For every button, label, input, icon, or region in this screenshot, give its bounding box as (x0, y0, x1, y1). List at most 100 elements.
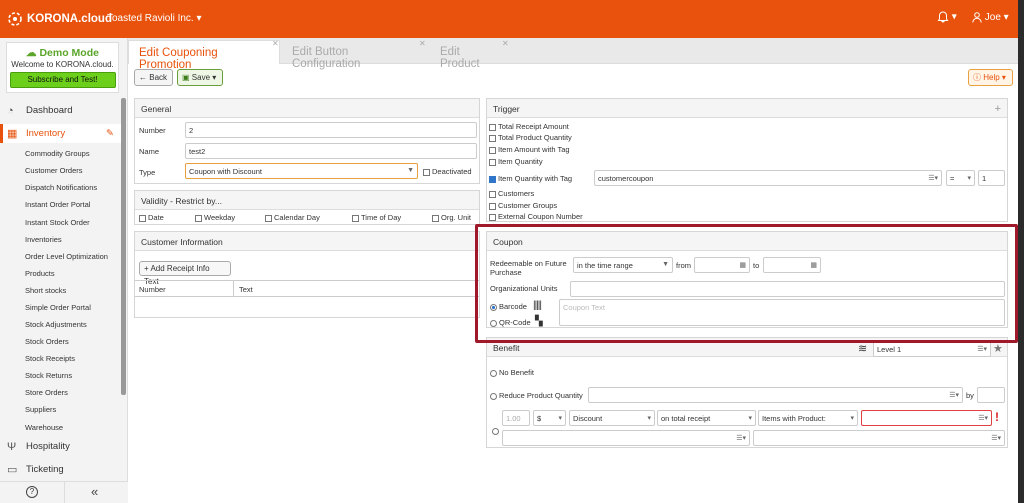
save-button[interactable]: ▣ Save ▾ (177, 69, 223, 86)
tag-select[interactable]: customercoupon ☰▾ (594, 170, 942, 186)
checkbox-box (489, 134, 496, 142)
sidebar-scrollbar[interactable] (121, 98, 126, 395)
brand-logo[interactable]: KORONA.cloud (7, 11, 112, 27)
product-select-secondary[interactable]: ☰▾ (502, 430, 750, 446)
sidebar-subitem[interactable]: Dispatch Notifications (25, 183, 97, 192)
product-select-tertiary[interactable]: ☰▾ (753, 430, 1005, 446)
sidebar-subitem[interactable]: Warehouse (25, 423, 63, 432)
layers-icon: ≋ (858, 343, 868, 355)
validity-org-unit-checkbox[interactable]: Org. Unit (432, 213, 471, 222)
no-benefit-radio[interactable]: No Benefit (490, 368, 534, 377)
checkbox-box (139, 214, 146, 222)
tab-edit-couponing-promotion[interactable]: Edit Couponing Promotion (128, 40, 280, 71)
trigger-option[interactable]: Total Receipt Amount (489, 122, 569, 131)
window-edge (1018, 0, 1024, 503)
notifications-button[interactable]: ▾ (937, 11, 957, 23)
number-label: Number (139, 126, 166, 135)
trigger-title: Trigger (487, 99, 1007, 118)
star-icon[interactable]: ★ (993, 342, 1003, 355)
currency-select[interactable]: $ ▾ (533, 410, 566, 426)
sidebar-item-dashboard[interactable]: ◔ Dashboard (0, 102, 122, 119)
list-dropdown-icon: ☰▾ (991, 435, 1001, 442)
operator-select[interactable]: = ▾ (946, 170, 975, 186)
sidebar-subitem[interactable]: Products (25, 269, 55, 278)
sidebar-subitem[interactable]: Order Level Optimization (25, 252, 108, 261)
company-selector[interactable]: Toasted Ravioli Inc. ▾ (107, 13, 202, 24)
sidebar-subitem[interactable]: Short stocks (25, 286, 66, 295)
arrow-left-icon: ← (139, 73, 147, 82)
checkbox-box (423, 168, 430, 176)
user-menu[interactable]: Joe ▾ (972, 12, 1009, 23)
type-select[interactable]: Coupon with Discount ▼ (185, 163, 418, 179)
discount-type-select[interactable]: Discount ▾ (569, 410, 655, 426)
plus-icon[interactable]: + (995, 103, 1001, 115)
discount-amount-field[interactable]: 1.00 (502, 410, 530, 426)
brand-name: KORONA.cloud (27, 13, 112, 25)
help-circle-icon[interactable]: ? (26, 486, 38, 498)
product-select[interactable]: ☰▾ (861, 410, 992, 426)
cloud-icon: ☁ (26, 47, 37, 59)
trigger-option[interactable]: Item Quantity (489, 157, 543, 166)
checkbox-box (489, 146, 496, 154)
items-with-product-select[interactable]: Items with Product: ▾ (758, 410, 858, 426)
sidebar-subitem[interactable]: Stock Orders (25, 337, 69, 346)
reduce-by-field[interactable] (977, 387, 1005, 403)
validity-time-of-day-checkbox[interactable]: Time of Day (352, 213, 401, 222)
trigger-option[interactable]: Item Amount with Tag (489, 145, 570, 154)
checkbox-box (489, 123, 496, 131)
trigger-option[interactable]: Item Quantity with Tag (489, 174, 572, 183)
subscribe-button[interactable]: Subscribe and Test! (9, 72, 116, 88)
checkbox-box (432, 214, 439, 222)
validity-weekday-checkbox[interactable]: Weekday (195, 213, 235, 222)
chevron-down-icon: ▾ (647, 415, 651, 422)
sidebar-subitem[interactable]: Stock Returns (25, 371, 72, 380)
question-circle-icon: ⓘ (973, 73, 981, 82)
reduce-product-select[interactable]: ☰▾ (588, 387, 963, 403)
sidebar-subitem[interactable]: Instant Stock Order (25, 218, 90, 227)
chevron-down-icon: ▾ (850, 415, 854, 422)
sidebar-subitem[interactable]: Stock Adjustments (25, 320, 87, 329)
sidebar-item-hospitality[interactable]: Ψ Hospitality (0, 438, 122, 455)
quantity-field[interactable]: 1 (978, 170, 1005, 186)
validity-calendar-day-checkbox[interactable]: Calendar Day (265, 213, 320, 222)
close-tab-icon[interactable]: ✕ (272, 39, 279, 48)
sidebar-subitem[interactable]: Inventories (25, 235, 62, 244)
add-receipt-info-button[interactable]: + Add Receipt Info Text (139, 261, 231, 286)
chevron-down-icon: ▾ (748, 415, 752, 422)
deactivated-checkbox[interactable]: Deactivated (423, 167, 472, 176)
sidebar-subitem[interactable]: Suppliers (25, 405, 56, 414)
sidebar-item-inventory[interactable]: ▦ Inventory ✎ (0, 124, 122, 143)
tab-edit-product[interactable]: Edit Product (430, 40, 510, 70)
validity-date-checkbox[interactable]: Date (139, 213, 164, 222)
sidebar-subitem[interactable]: Store Orders (25, 388, 68, 397)
sidebar-item-ticketing[interactable]: ▭ Ticketing (0, 461, 122, 478)
trigger-option[interactable]: Customers (489, 189, 534, 198)
discount-scope-select[interactable]: on total receipt ▾ (657, 410, 756, 426)
close-tab-icon[interactable]: ✕ (502, 39, 509, 48)
sidebar-subitem[interactable]: Instant Order Portal (25, 200, 90, 209)
ticket-icon: ▭ (7, 464, 18, 476)
sidebar-subitem[interactable]: Simple Order Portal (25, 303, 91, 312)
trigger-option[interactable]: External Coupon Number (489, 212, 583, 221)
sidebar-subitem[interactable]: Customer Orders (25, 166, 83, 175)
collapse-sidebar-icon[interactable]: « (91, 484, 98, 499)
help-button[interactable]: ⓘ Help ▾ (968, 69, 1013, 86)
sidebar-subitem[interactable]: Commodity Groups (25, 149, 90, 158)
trigger-option[interactable]: Total Product Quantity (489, 133, 572, 142)
close-tab-icon[interactable]: ✕ (419, 39, 426, 48)
list-dropdown-icon: ☰▾ (928, 175, 938, 182)
back-button[interactable]: ← Back (134, 69, 173, 86)
reduce-quantity-radio[interactable]: Reduce Product Quantity (490, 391, 583, 400)
tab-edit-button-configuration[interactable]: Edit Button Configuration (282, 40, 422, 70)
demo-mode-box: ☁ Demo Mode Welcome to KORONA.cloud. Sub… (6, 42, 119, 93)
discount-radio[interactable] (492, 426, 501, 435)
type-label: Type (139, 168, 156, 177)
number-field[interactable]: 2 (185, 122, 477, 138)
name-field[interactable]: test2 (185, 143, 477, 159)
error-icon: ! (995, 410, 999, 424)
sidebar-subitem[interactable]: Stock Receipts (25, 354, 75, 363)
trigger-option[interactable]: Customer Groups (489, 201, 557, 210)
level-select[interactable]: Level 1 ☰▾ (873, 341, 991, 357)
pencil-icon[interactable]: ✎ (106, 128, 114, 139)
top-bar: KORONA.cloud Toasted Ravioli Inc. ▾ ▾ Jo… (0, 0, 1018, 38)
